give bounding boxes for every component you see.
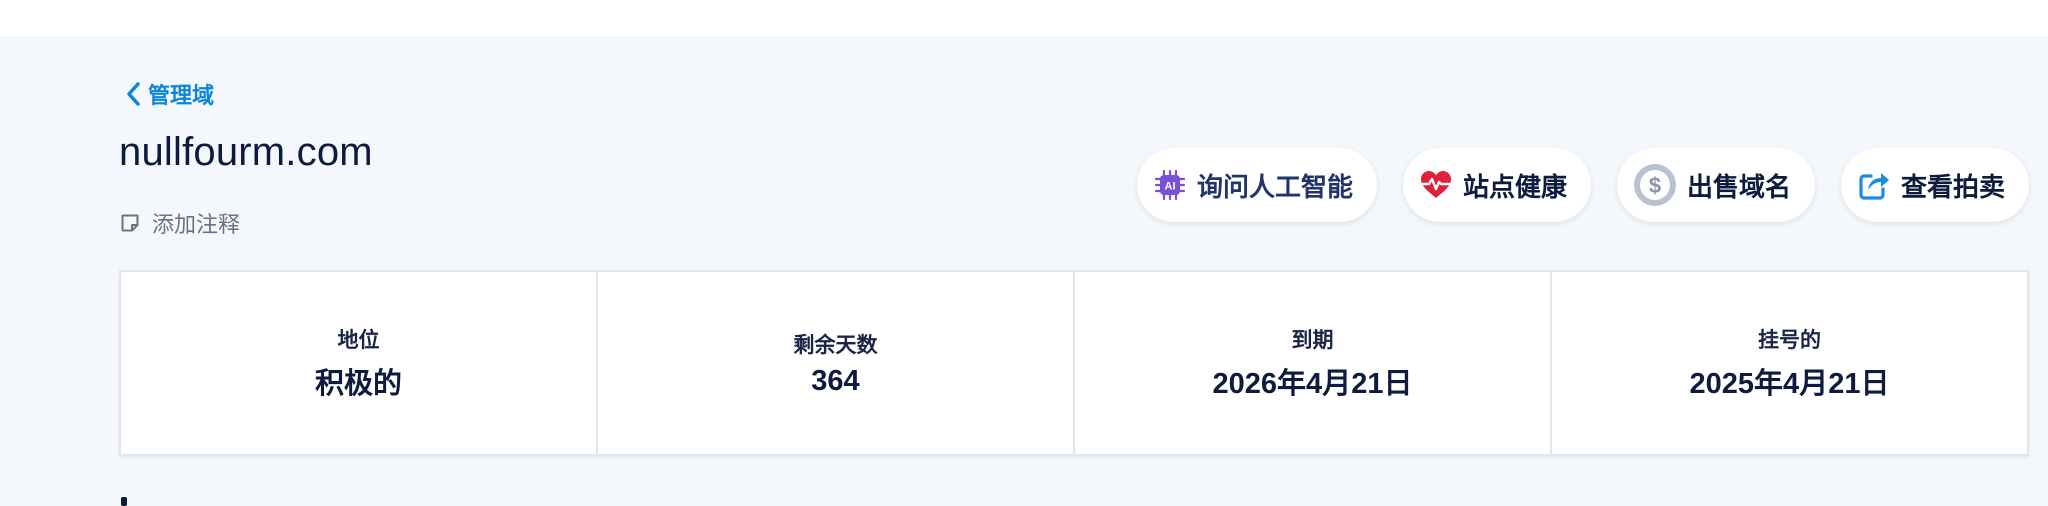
view-auction-button[interactable]: 查看拍卖 <box>1840 148 2029 222</box>
domain-actions-toolbar: AI 询问人工智能 站点健康 $ 出售域名 查看拍卖 <box>1136 148 2029 222</box>
stat-status-value: 积极的 <box>314 368 402 400</box>
external-share-icon <box>1857 168 1891 202</box>
stat-status: 地位 积极的 <box>121 272 598 454</box>
stat-expires: 到期 2026年4月21日 <box>1075 272 1552 454</box>
stat-registered-value: 2025年4月21日 <box>1689 368 1890 400</box>
svg-text:$: $ <box>1649 173 1661 198</box>
note-icon <box>121 214 139 232</box>
stat-registered-label: 挂号的 <box>1758 329 1821 352</box>
add-note-button[interactable]: 添加注释 <box>120 207 240 239</box>
ai-chip-icon: AI <box>1153 168 1187 202</box>
svg-text:AI: AI <box>1164 181 1175 193</box>
cut-off-content-fragment <box>121 497 127 506</box>
top-header-bar <box>0 0 2048 36</box>
stat-days-remaining-value: 364 <box>811 364 860 397</box>
heartbeat-icon <box>1419 168 1453 202</box>
stat-expires-value: 2026年4月21日 <box>1212 368 1413 400</box>
dollar-coin-icon: $ <box>1633 163 1677 207</box>
back-link-label: 管理域 <box>148 83 215 108</box>
ask-ai-label: 询问人工智能 <box>1196 171 1353 202</box>
ask-ai-button[interactable]: AI 询问人工智能 <box>1136 148 1377 222</box>
sell-domain-button[interactable]: $ 出售域名 <box>1616 148 1815 222</box>
add-note-label: 添加注释 <box>152 212 241 237</box>
back-to-manage-domains-link[interactable]: 管理域 <box>124 80 214 108</box>
domain-name-title: nullfourm.com <box>119 130 373 174</box>
view-auction-label: 查看拍卖 <box>1900 171 2005 202</box>
stat-days-remaining: 剩余天数 364 <box>598 272 1075 454</box>
stat-days-remaining-label: 剩余天数 <box>793 333 878 357</box>
site-health-label: 站点健康 <box>1462 171 1567 202</box>
sell-domain-label: 出售域名 <box>1686 171 1791 202</box>
site-health-button[interactable]: 站点健康 <box>1402 148 1591 222</box>
domain-stats-panel: 地位 积极的 剩余天数 364 到期 2026年4月21日 挂号的 2025年4… <box>119 270 2029 456</box>
chevron-left-icon <box>127 82 140 106</box>
stat-expires-label: 到期 <box>1291 329 1334 352</box>
stat-status-label: 地位 <box>337 329 380 352</box>
stat-registered: 挂号的 2025年4月21日 <box>1552 272 2027 454</box>
